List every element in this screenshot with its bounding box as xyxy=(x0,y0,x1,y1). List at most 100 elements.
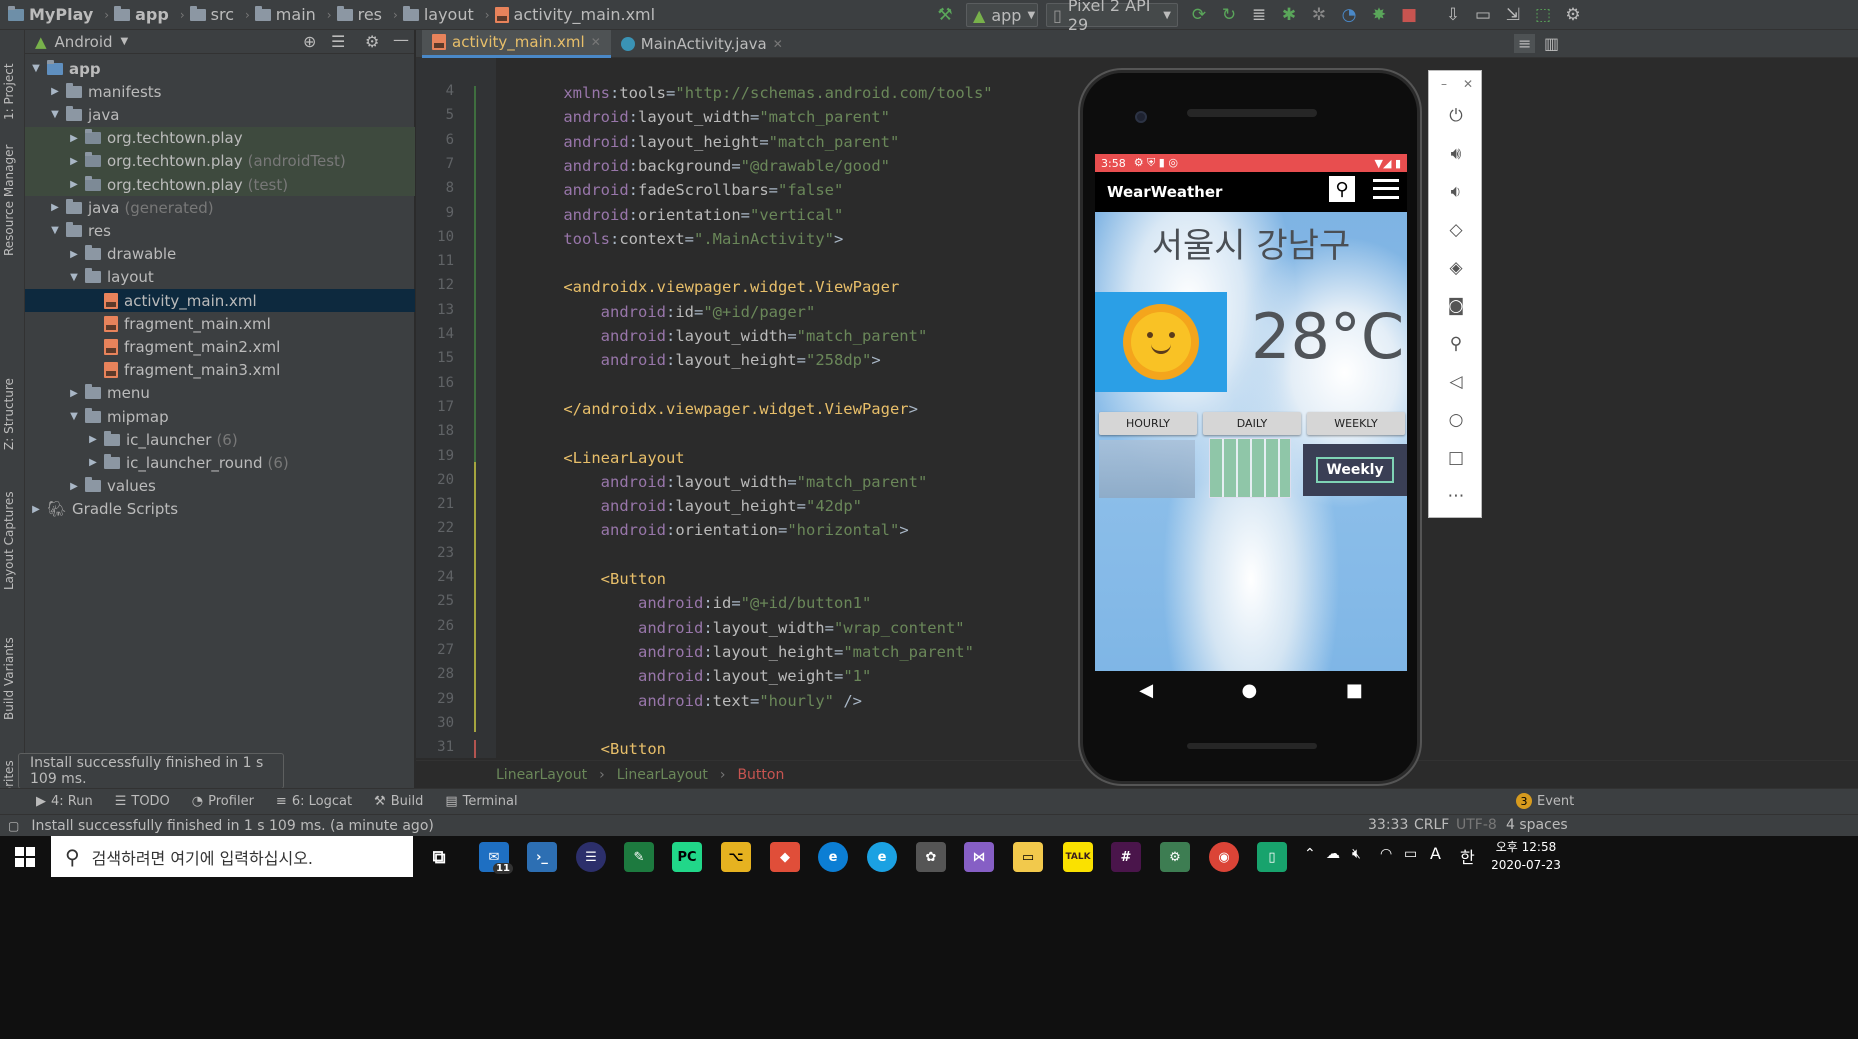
tree-item[interactable]: activity_main.xml xyxy=(25,289,415,312)
powershell-icon[interactable]: ›_ xyxy=(527,842,557,872)
taskbar-search[interactable]: ⚲ 검색하려면 여기에 입력하십시오. xyxy=(51,836,413,877)
build-tool-tab[interactable]: ⚒ Build xyxy=(374,794,423,809)
attach-icon[interactable]: ✸ xyxy=(1366,2,1392,28)
ime-mode[interactable]: A xyxy=(1430,844,1441,863)
run-config-select[interactable]: ▲ app ▼ xyxy=(966,3,1038,27)
pycharm-icon[interactable]: PC xyxy=(672,842,702,872)
volume-down-icon[interactable]: 🔉︎ xyxy=(1443,179,1469,205)
tray-chevron-icon[interactable]: ⌃ xyxy=(1304,846,1316,862)
collapse-all-icon[interactable]: ☰ xyxy=(331,32,345,51)
code-line[interactable]: android:layout_height="match_parent" xyxy=(526,130,899,154)
caret-position[interactable]: 33:33 xyxy=(1368,817,1408,833)
code-line[interactable]: <Button xyxy=(526,567,666,591)
file-encoding[interactable]: UTF-8 xyxy=(1456,817,1497,833)
rotate-left-icon[interactable]: ◇ xyxy=(1443,217,1469,243)
code-line[interactable]: android:orientation="horizontal"> xyxy=(526,518,909,542)
clock[interactable]: 오후 12:58 2020-07-23 xyxy=(1488,838,1564,874)
crumb-layout[interactable]: layout xyxy=(424,5,474,24)
expand-arrow-icon[interactable]: ▶ xyxy=(67,388,81,399)
emulator-icon[interactable]: ▯ xyxy=(1257,842,1287,872)
tree-item[interactable]: ▼ res xyxy=(25,219,415,242)
code-line[interactable]: android:layout_height="258dp"> xyxy=(526,348,881,372)
emulator-screen[interactable]: 3:58 ⚙ ⛨ ▮ ◎ ▼◢ ▮ WearWeather ⚲ 서울시 강남구 … xyxy=(1095,154,1407,671)
chevron-down-icon[interactable]: ▼ xyxy=(121,36,129,47)
code-line[interactable]: android:id="@+id/button1" xyxy=(526,591,871,615)
hammer-icon[interactable]: ⚒ xyxy=(932,2,958,28)
code-line[interactable]: android:layout_height="42dp" xyxy=(526,494,862,518)
crumb-res[interactable]: res xyxy=(358,5,382,24)
minimize-icon[interactable]: — xyxy=(393,30,409,49)
tree-item[interactable]: ▶ ic_launcher (6) xyxy=(25,428,415,451)
windows-start-icon[interactable] xyxy=(15,847,35,867)
close-icon[interactable]: ✕ xyxy=(773,37,783,51)
code-line[interactable]: xmlns:tools="http://schemas.android.com/… xyxy=(526,81,992,105)
apply-changes-icon[interactable]: ⟳ xyxy=(1186,2,1212,28)
tree-item[interactable]: ▶ org.techtown.play xyxy=(25,126,415,150)
attach-debugger-icon[interactable]: ✲ xyxy=(1306,2,1332,28)
code-line[interactable]: android:layout_weight="1" xyxy=(526,664,871,688)
tree-item[interactable]: ▶ 🐘︎ Gradle Scripts xyxy=(25,498,415,521)
code-view-icon[interactable]: ≡ xyxy=(1514,34,1536,53)
crumb-main[interactable]: main xyxy=(276,5,316,24)
visual-studio-icon[interactable]: ⋈ xyxy=(964,842,994,872)
expand-arrow-icon[interactable]: ▶ xyxy=(86,434,100,445)
mail-icon[interactable]: ✉ 11 xyxy=(479,842,513,874)
screenshot-icon[interactable]: ◙ xyxy=(1443,293,1469,319)
stop-icon[interactable]: ■ xyxy=(1396,2,1422,28)
expand-arrow-icon[interactable]: ▶ xyxy=(67,249,81,260)
tree-item[interactable]: ▼ app xyxy=(25,57,415,80)
overview-icon[interactable]: □ xyxy=(1443,445,1469,471)
more-icon[interactable]: ⋯ xyxy=(1443,483,1469,509)
battery-icon[interactable]: ▭ xyxy=(1404,846,1417,862)
indent-setting[interactable]: 4 spaces xyxy=(1506,817,1568,833)
logcat-tool-tab[interactable]: ≡ 6: Logcat xyxy=(276,794,352,809)
split-view-icon[interactable]: ▥ xyxy=(1544,34,1559,53)
weekly-button[interactable]: WEEKLY xyxy=(1307,412,1405,435)
code-line[interactable]: android:layout_width="wrap_content" xyxy=(526,616,965,640)
expand-arrow-icon[interactable]: ▼ xyxy=(29,63,43,74)
volume-up-icon[interactable]: 🔊︎ xyxy=(1443,141,1469,167)
code-line[interactable]: <Button xyxy=(526,737,666,761)
rotate-right-icon[interactable]: ◈ xyxy=(1443,255,1469,281)
volume-muted-icon[interactable]: 🔇︎ xyxy=(1352,846,1361,862)
expand-arrow-icon[interactable]: ▶ xyxy=(29,504,43,515)
zoom-icon[interactable]: ⚲ xyxy=(1443,331,1469,357)
tree-item[interactable]: ▶ menu xyxy=(25,382,415,405)
tree-item[interactable]: ▶ drawable xyxy=(25,243,415,266)
resource-manager-tab[interactable]: Resource Manager xyxy=(2,145,16,256)
edge-icon[interactable]: e xyxy=(818,842,848,872)
expand-arrow-icon[interactable]: ▶ xyxy=(48,86,62,97)
avd-manager-icon[interactable]: ▭ xyxy=(1470,2,1496,28)
terminal-tool-tab[interactable]: ▤ Terminal xyxy=(445,794,517,809)
project-tool-tab[interactable]: 1: Project xyxy=(2,63,16,120)
sdk-manager-icon[interactable]: ⇲ xyxy=(1500,2,1526,28)
expand-arrow-icon[interactable]: ▶ xyxy=(67,179,81,190)
profiler-tool-tab[interactable]: ◔ Profiler xyxy=(192,794,254,809)
expand-arrow-icon[interactable]: ▼ xyxy=(48,225,62,236)
git-icon[interactable]: ◆ xyxy=(770,842,800,872)
task-view-icon[interactable]: ⧉ xyxy=(424,842,454,872)
back-icon[interactable]: ◀ xyxy=(1139,680,1153,701)
sync-project-icon[interactable]: ⇩ xyxy=(1440,2,1466,28)
project-view-select[interactable]: Android xyxy=(55,33,113,51)
paint-icon[interactable]: ✿ xyxy=(916,842,946,872)
breadcrumb-item[interactable]: LinearLayout xyxy=(496,767,587,783)
tree-item[interactable]: fragment_main2.xml xyxy=(25,335,415,358)
power-icon[interactable]: ⏻ xyxy=(1443,103,1469,129)
code-line[interactable]: android:layout_width="match_parent" xyxy=(526,105,890,129)
debug-icon[interactable]: ✱ xyxy=(1276,2,1302,28)
code-line[interactable]: <LinearLayout xyxy=(526,446,684,470)
run-tool-tab[interactable]: ▶ 4: Run xyxy=(36,794,93,809)
back-icon[interactable]: ◁ xyxy=(1443,369,1469,395)
expand-arrow-icon[interactable]: ▶ xyxy=(67,156,81,167)
build-variants-tab[interactable]: Build Variants xyxy=(2,637,16,720)
line-separator[interactable]: CRLF xyxy=(1414,817,1449,833)
notepad-icon[interactable]: ✎ xyxy=(624,842,654,872)
slack-icon[interactable]: # xyxy=(1111,842,1141,872)
tree-item[interactable]: ▶ java (generated) xyxy=(25,196,415,219)
locate-icon[interactable]: ⊕ xyxy=(303,32,316,51)
ime-lang[interactable]: 한 xyxy=(1460,844,1475,868)
code-line[interactable]: android:layout_height="match_parent" xyxy=(526,640,974,664)
breadcrumb-item[interactable]: LinearLayout xyxy=(617,767,708,783)
expand-arrow-icon[interactable]: ▶ xyxy=(86,457,100,468)
